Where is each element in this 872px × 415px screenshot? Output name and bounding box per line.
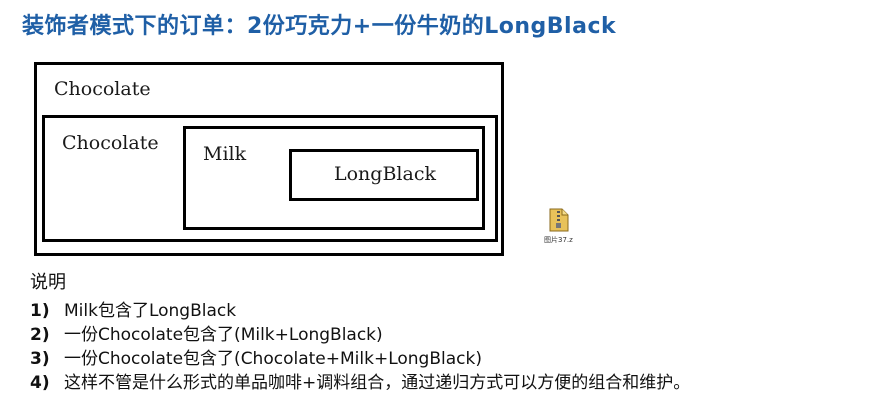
note-item: 2) 一份Chocolate包含了(Milk+LongBlack)	[30, 320, 690, 345]
note-item: 4) 这样不管是什么形式的单品咖啡+调料组合，通过递归方式可以方便的组合和维护。	[30, 368, 691, 393]
note-number: 1)	[30, 301, 50, 321]
note-text: 一份Chocolate包含了(Milk+LongBlack)	[64, 325, 383, 345]
chocolate-inner-label: Chocolate	[62, 132, 159, 154]
note-number: 2)	[30, 325, 50, 345]
page-title: 装饰者模式下的订单：2份巧克力+一份牛奶的LongBlack	[22, 14, 617, 39]
notes-heading: 说明	[30, 272, 66, 293]
note-text: 这样不管是什么形式的单品咖啡+调料组合，通过递归方式可以方便的组合和维护。	[64, 373, 691, 393]
notes-section: 说明 1) Milk包含了LongBlack 2) 一份Chocolate包含了…	[30, 268, 691, 393]
chocolate-outer-label: Chocolate	[54, 78, 151, 100]
milk-label: Milk	[203, 143, 247, 165]
note-text: 一份Chocolate包含了(Chocolate+Milk+LongBlack)	[64, 349, 482, 369]
file-caption: 图片37.z	[544, 236, 573, 244]
note-text: Milk包含了LongBlack	[64, 301, 237, 321]
note-item: 1) Milk包含了LongBlack	[30, 296, 690, 321]
longblack-label: LongBlack	[334, 163, 436, 185]
note-number: 3)	[30, 349, 50, 369]
note-number: 4)	[30, 373, 50, 393]
zip-file-icon[interactable]	[548, 208, 570, 232]
note-item: 3) 一份Chocolate包含了(Chocolate+Milk+LongBla…	[30, 344, 690, 369]
